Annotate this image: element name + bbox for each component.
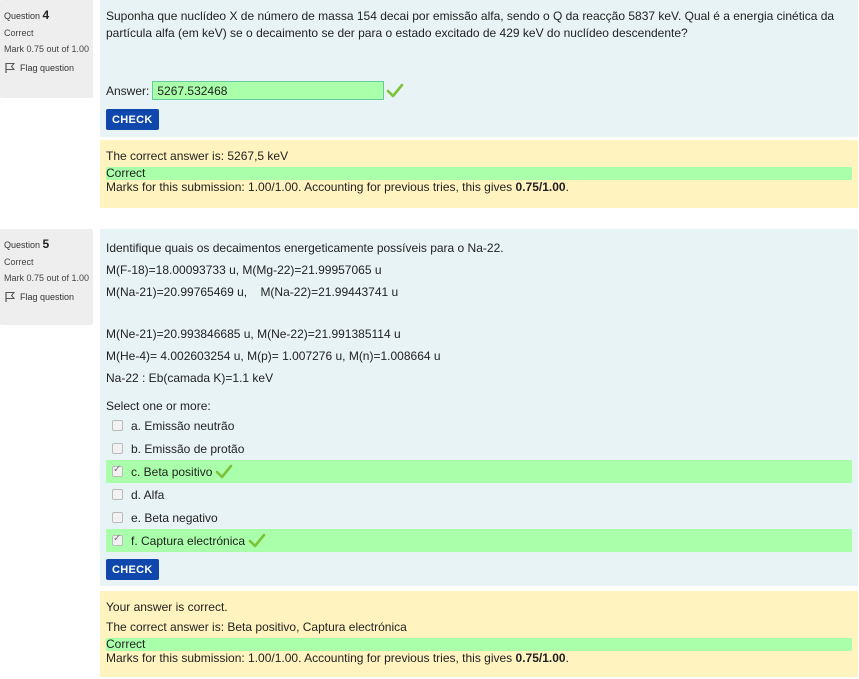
option-label: d. Alfa — [131, 487, 165, 502]
question-info: Question 4 Correct Mark 0.75 out of 1.00… — [0, 0, 93, 98]
question-feedback: Your answer is correct. The correct answ… — [100, 591, 858, 677]
flag-question-label: Flag question — [20, 292, 75, 302]
your-answer-text: Your answer is correct. — [106, 600, 228, 614]
checkbox[interactable] — [112, 489, 123, 500]
question-line: M(He-4)= 4.002603254 u, M(p)= 1.007276 u… — [106, 349, 441, 363]
question-state: Correct — [4, 28, 34, 38]
question-label: Question — [4, 240, 41, 250]
question-line: M(F-18)=18.00093733 u, M(Mg-22)=21.99957… — [106, 263, 382, 277]
correct-status: Correct — [106, 638, 852, 651]
answer-input[interactable] — [152, 81, 385, 100]
marks-period: . — [565, 180, 569, 194]
marks-period: . — [565, 651, 569, 665]
question-text: Identifique quais os decaimentos energet… — [106, 237, 852, 389]
correct-answer-text: The correct answer is: Beta positivo, Ca… — [106, 620, 407, 634]
question-5: Question 5 Correct Mark 0.75 out of 1.00… — [0, 229, 859, 679]
question-text: Suponha que nuclídeo X de número de mass… — [106, 9, 835, 40]
question-formulation: Suponha que nuclídeo X de número de mass… — [100, 0, 858, 137]
checkbox[interactable] — [112, 443, 123, 454]
option-a[interactable]: a. Emissão neutrão — [106, 414, 852, 437]
option-label: b. Emissão de protão — [131, 441, 245, 456]
question-info: Question 5 Correct Mark 0.75 out of 1.00… — [0, 229, 93, 325]
answer-label: Answer: — [106, 83, 150, 98]
flag-icon — [5, 292, 16, 302]
question-state: Correct — [4, 257, 34, 267]
option-b[interactable]: b. Emissão de protão — [106, 437, 852, 460]
mass-na21: M(Na-21)=20.99765469 u, — [106, 285, 261, 299]
question-grade: Mark 0.75 out of 1.00 — [4, 44, 90, 54]
correct-tick-icon — [386, 83, 404, 99]
option-c[interactable]: c. Beta positivo — [106, 460, 852, 483]
question-label: Question — [4, 11, 41, 21]
flag-question-link[interactable]: Flag question — [4, 62, 93, 74]
marks-total: 0.75/1.00 — [515, 180, 566, 194]
marks-total: 0.75/1.00 — [515, 651, 566, 665]
question-grade: Mark 0.75 out of 1.00 — [4, 273, 90, 283]
marks-text: Marks for this submission: 1.00/1.00. Ac… — [106, 180, 852, 195]
question-number: Question 4 — [4, 8, 93, 22]
question-line: Na-22 : Eb(camada K)=1.1 keV — [106, 371, 274, 385]
flag-icon — [5, 63, 16, 73]
question-formulation: Identifique quais os decaimentos energet… — [100, 229, 858, 586]
check-button[interactable]: CHECK — [106, 559, 159, 580]
question-line: Identifique quais os decaimentos energet… — [106, 241, 504, 255]
correct-tick-icon — [215, 464, 233, 480]
option-label: e. Beta negativo — [131, 510, 218, 525]
marks-summary: Marks for this submission: 1.00/1.00. Ac… — [106, 180, 516, 194]
correct-answer-text: The correct answer is: 5267,5 keV — [106, 149, 289, 163]
checkbox[interactable] — [112, 512, 123, 523]
correct-status: Correct — [106, 167, 852, 180]
option-label: f. Captura electrónica — [131, 533, 246, 548]
answer-row: Answer: — [106, 81, 404, 100]
question-4: Question 4 Correct Mark 0.75 out of 1.00… — [0, 0, 859, 210]
select-prompt: Select one or more: — [106, 399, 211, 413]
mass-na22: M(Na-22)=21.99443741 u — [260, 285, 399, 299]
checkbox[interactable] — [112, 420, 123, 431]
question-number-value: 4 — [42, 8, 50, 22]
option-label: c. Beta positivo — [131, 464, 213, 479]
question-number: Question 5 — [4, 237, 93, 251]
option-e[interactable]: e. Beta negativo — [106, 506, 852, 529]
marks-summary: Marks for this submission: 1.00/1.00. Ac… — [106, 651, 516, 665]
flag-question-label: Flag question — [20, 63, 75, 73]
option-label: a. Emissão neutrão — [131, 418, 235, 433]
checkbox-checked[interactable] — [112, 464, 123, 477]
question-number-value: 5 — [42, 237, 50, 251]
answer-options: a. Emissão neutrão b. Emissão de protão … — [106, 414, 852, 552]
marks-text: Marks for this submission: 1.00/1.00. Ac… — [106, 651, 852, 666]
check-button[interactable]: CHECK — [106, 109, 159, 130]
option-f[interactable]: f. Captura electrónica — [106, 529, 852, 552]
question-line: M(Ne-21)=20.993846685 u, M(Ne-22)=21.991… — [106, 327, 401, 341]
flag-question-link[interactable]: Flag question — [4, 291, 93, 303]
option-d[interactable]: d. Alfa — [106, 483, 852, 506]
question-line: M(Na-21)=20.99765469 u, M(Na-22)=21.9944… — [106, 281, 852, 303]
question-feedback: The correct answer is: 5267,5 keV Correc… — [100, 140, 858, 208]
correct-tick-icon — [248, 533, 266, 549]
checkbox-checked[interactable] — [112, 533, 123, 546]
